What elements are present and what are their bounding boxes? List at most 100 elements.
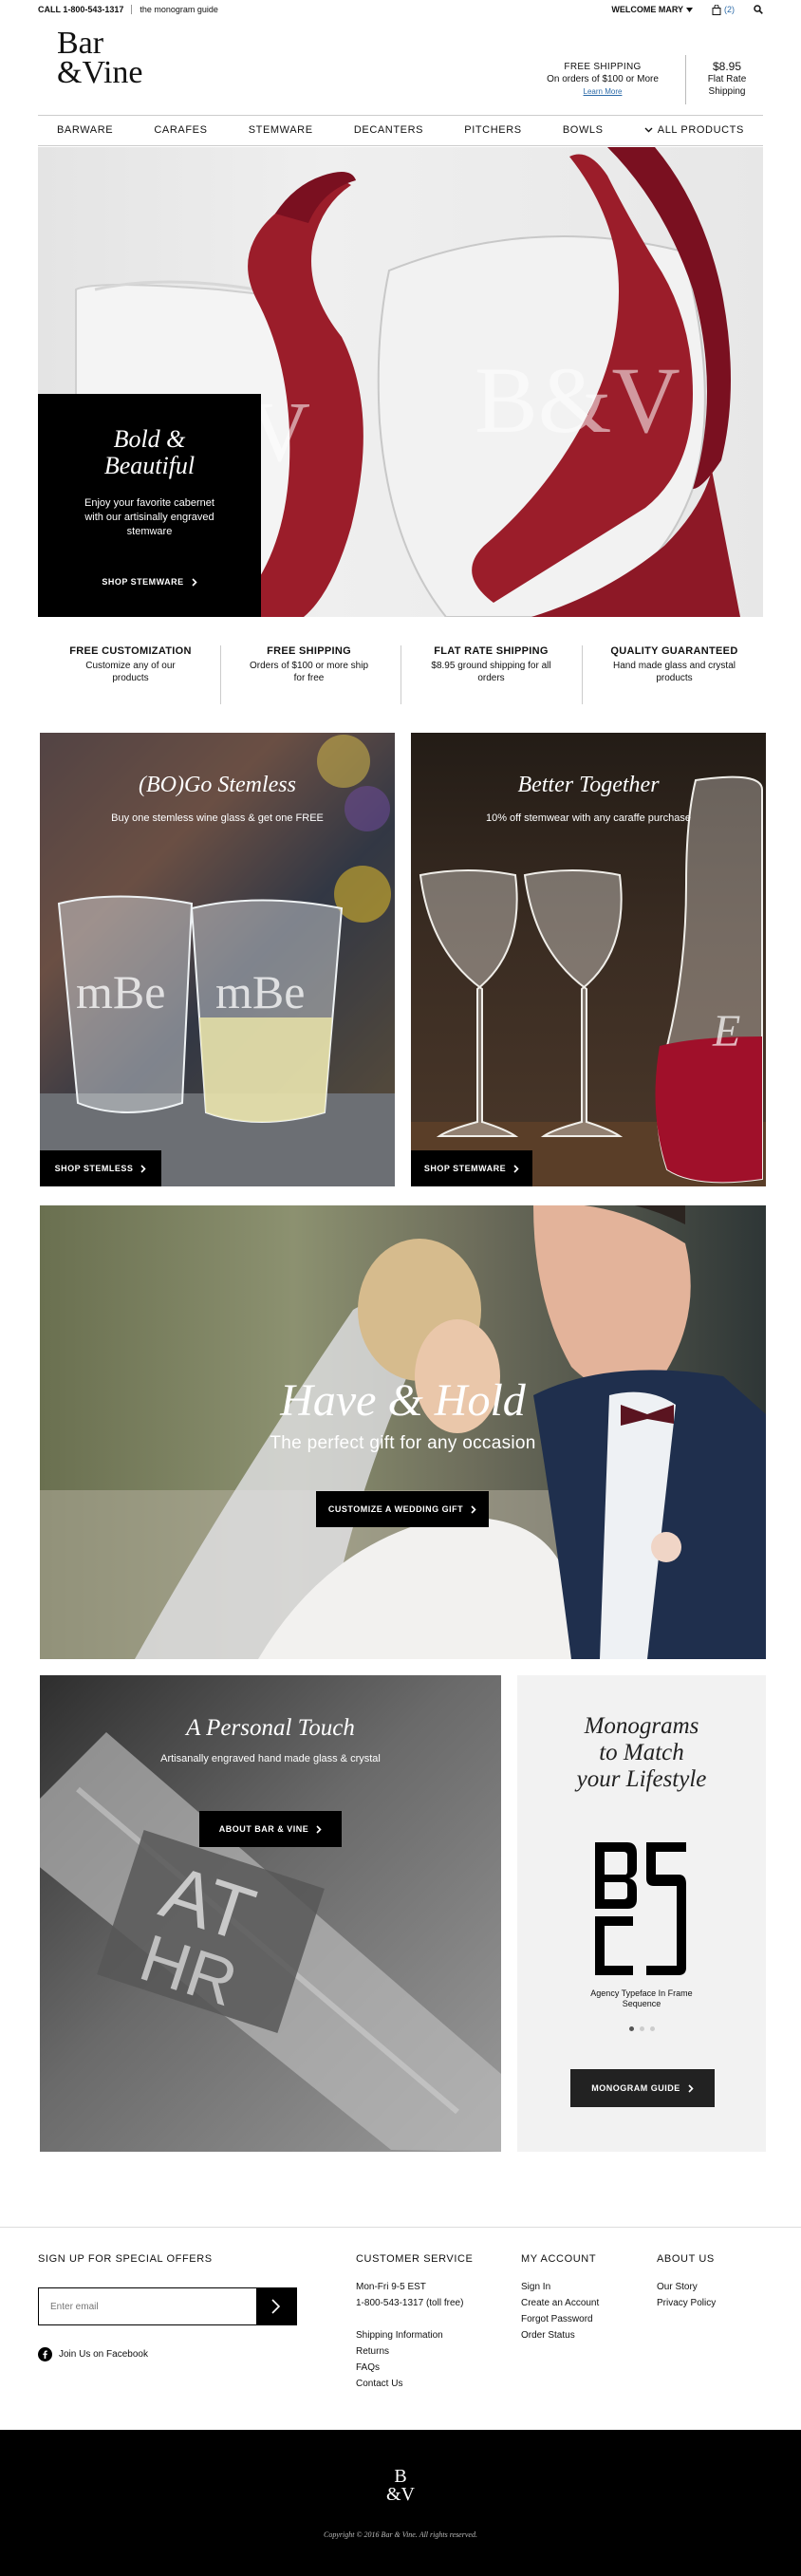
monogram-title-line-3: your Lifestyle	[576, 1766, 707, 1792]
footer-link-shipping[interactable]: Shipping Information	[356, 2327, 463, 2343]
footer-link-faqs[interactable]: FAQs	[356, 2360, 463, 2376]
phone-number[interactable]: CALL 1-800-543-1317	[38, 5, 123, 14]
flat-rate-line-2: Shipping	[708, 86, 746, 97]
carousel-dot-active[interactable]	[628, 2026, 634, 2031]
carousel-dot[interactable]	[649, 2026, 655, 2031]
footer-link-privacy[interactable]: Privacy Policy	[657, 2295, 716, 2311]
monogram-caption-line-2: Sequence	[622, 1999, 661, 2008]
footer-link-order-status[interactable]: Order Status	[521, 2327, 599, 2343]
stemless-glasses-image: mBe mBe	[40, 733, 395, 1186]
email-input[interactable]	[39, 2288, 256, 2324]
customize-wedding-gift-button[interactable]: CUSTOMIZE A WEDDING GIFT	[316, 1491, 489, 1527]
cs-phone[interactable]: 1-800-543-1317 (toll free)	[356, 2295, 463, 2311]
about-us-title: ABOUT US	[657, 2253, 715, 2265]
chevron-right-icon	[140, 1164, 147, 1173]
my-account-list: Sign In Create an Account Forgot Passwor…	[521, 2279, 599, 2343]
usp-title: QUALITY GUARANTEED	[610, 645, 738, 657]
footer-link-returns[interactable]: Returns	[356, 2343, 463, 2360]
my-account-title: MY ACCOUNT	[521, 2253, 597, 2265]
promo-stemless[interactable]: mBe mBe (BO)Go Stemless Buy one stemless…	[40, 733, 395, 1186]
usp-text: $8.95 ground shipping for all orders	[431, 661, 551, 683]
chevron-right-icon	[688, 2083, 694, 2093]
stemless-engraving-left: mBe	[76, 965, 165, 1018]
shop-stemless-button[interactable]: SHOP STEMLESS	[40, 1150, 161, 1186]
cs-hours: Mon-Fri 9-5 EST	[356, 2282, 426, 2292]
personal-sub: Artisanally engraved hand made glass & c…	[160, 1753, 381, 1764]
customer-service-list: Mon-Fri 9-5 EST 1-800-543-1317 (toll fre…	[356, 2279, 463, 2392]
facebook-link[interactable]: Join Us on Facebook	[38, 2347, 148, 2361]
about-button[interactable]: ABOUT BAR & VINE	[199, 1811, 342, 1847]
monogram-guide-button[interactable]: MONOGRAM GUIDE	[570, 2069, 715, 2107]
personal-title: A Personal Touch	[186, 1715, 355, 1741]
monogram-caption-line-1: Agency Typeface In Frame	[590, 1988, 693, 1998]
hero-shop-button[interactable]: SHOP STEMWARE	[38, 577, 261, 587]
nav-stemware[interactable]: STEMWARE	[249, 124, 313, 136]
wedding-banner[interactable]: Have & Hold The perfect gift for any occ…	[40, 1205, 766, 1659]
flat-rate-info: $8.95 Flat Rate Shipping	[697, 61, 757, 98]
free-shipping-sub: On orders of $100 or More	[547, 74, 659, 84]
newsletter-form	[38, 2287, 297, 2325]
search-icon[interactable]	[754, 5, 763, 14]
hero-card: Bold & Beautiful Enjoy your favorite cab…	[38, 394, 261, 617]
stemless-title: (BO)Go Stemless	[139, 773, 296, 797]
monogram-caption: Agency Typeface In Frame Sequence	[517, 1988, 766, 2009]
monogram-panel: Monograms to Match your Lifestyle Agency…	[517, 1675, 766, 2152]
usp-divider	[582, 645, 583, 704]
monogram-guide-label: MONOGRAM GUIDE	[591, 2083, 680, 2093]
shop-stemware-label: SHOP STEMWARE	[423, 1164, 507, 1173]
promo-better-together[interactable]: E Better Together 10% off stemwear with …	[411, 733, 766, 1186]
usp-title: FREE CUSTOMIZATION	[69, 645, 192, 657]
usp-customization: FREE CUSTOMIZATION Customize any of our …	[66, 645, 195, 702]
nav-bowls[interactable]: BOWLS	[563, 124, 604, 136]
copyright: Copyright © 2016 Bar & Vine. All rights …	[324, 2530, 477, 2539]
nav-barware[interactable]: BARWARE	[57, 124, 113, 136]
nav-all-products[interactable]: ALL PRODUCTS	[644, 124, 744, 136]
footer-logo[interactable]: B &V	[0, 2467, 801, 2504]
footer-rule	[0, 2227, 801, 2228]
footer-link-forgot-password[interactable]: Forgot Password	[521, 2311, 599, 2327]
account-menu[interactable]: WELCOME MARY	[611, 5, 693, 14]
usp-divider	[400, 645, 401, 704]
nav-carafes[interactable]: CARAFES	[154, 124, 207, 136]
about-button-label: ABOUT BAR & VINE	[218, 1824, 309, 1834]
free-shipping-title: FREE SHIPPING	[564, 62, 642, 72]
nav-decanters[interactable]: DECANTERS	[354, 124, 423, 136]
monogram-guide-link[interactable]: the monogram guide	[140, 5, 218, 14]
better-together-title: Better Together	[517, 773, 660, 797]
carousel-dot[interactable]	[639, 2026, 644, 2031]
footer-link-contact[interactable]: Contact Us	[356, 2376, 463, 2392]
facebook-icon	[38, 2347, 52, 2361]
welcome-text: WELCOME MARY	[611, 5, 683, 14]
wedding-sub: The perfect gift for any occasion	[270, 1433, 536, 1453]
site-logo[interactable]: Bar &Vine	[57, 28, 143, 90]
footer-link-create-account[interactable]: Create an Account	[521, 2295, 599, 2311]
better-together-sub: 10% off stemwear with any caraffe purcha…	[485, 812, 692, 824]
footer-link-our-story[interactable]: Our Story	[657, 2279, 716, 2295]
hero-body: Enjoy your favorite cabernet with our ar…	[84, 497, 214, 537]
usp-text: Hand made glass and crystal products	[613, 661, 736, 683]
cs-spacer	[356, 2311, 463, 2327]
stemware-carafe-image: E	[411, 775, 766, 1186]
nav-pitchers[interactable]: PITCHERS	[464, 124, 521, 136]
about-us-list: Our Story Privacy Policy	[657, 2279, 716, 2311]
cart-button[interactable]: (2)	[712, 4, 735, 15]
signup-title: SIGN UP FOR SPECIAL OFFERS	[38, 2253, 213, 2265]
shop-stemware-button[interactable]: SHOP STEMWARE	[411, 1150, 532, 1186]
chevron-down-icon	[644, 127, 653, 133]
usp-text: Orders of $100 or more ship for free	[249, 661, 369, 683]
main-nav: BARWARE CARAFES STEMWARE DECANTERS PITCH…	[38, 116, 763, 144]
shop-stemless-label: SHOP STEMLESS	[54, 1164, 134, 1173]
usp-quality: QUALITY GUARANTEED Hand made glass and c…	[610, 645, 738, 702]
facebook-label: Join Us on Facebook	[59, 2349, 148, 2360]
monogram-sample-image	[595, 1842, 686, 1975]
personal-touch-panel[interactable]: AT HR A Personal Touch Artisanally engra…	[40, 1675, 501, 2152]
logo-line-2: &Vine	[57, 55, 143, 90]
all-products-label: ALL PRODUCTS	[657, 124, 744, 136]
hero-title-line-1: Bold &	[113, 425, 186, 453]
footer-link-sign-in[interactable]: Sign In	[521, 2279, 599, 2295]
divider	[131, 5, 133, 14]
carousel-dots	[517, 2026, 766, 2031]
wedding-couple-image	[40, 1205, 766, 1659]
subscribe-button[interactable]	[256, 2288, 296, 2324]
learn-more-link[interactable]: Learn More	[531, 85, 674, 98]
